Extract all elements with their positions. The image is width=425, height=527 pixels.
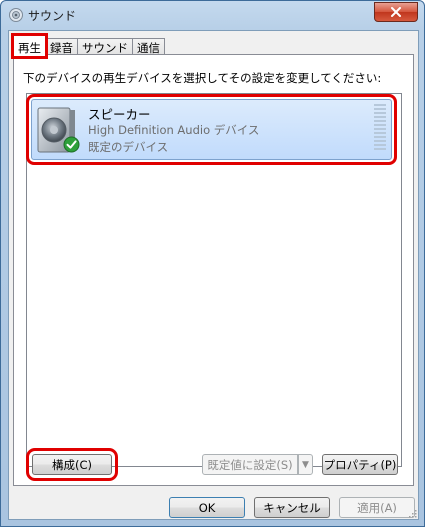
close-icon [391, 7, 401, 17]
cancel-button[interactable]: キャンセル [254, 497, 330, 518]
close-button[interactable] [374, 2, 418, 22]
configure-button[interactable]: 構成(C) [26, 448, 118, 481]
properties-button[interactable]: プロパティ(P) [322, 454, 398, 475]
volume-level-meter [374, 104, 386, 154]
sound-icon [9, 8, 23, 22]
playback-panel: 下のデバイスの再生デバイスを選択してその設定を変更してください: スピーカー H… [13, 54, 414, 486]
set-default-dropdown-button[interactable]: ▼ [298, 454, 313, 475]
check-badge-icon [63, 136, 80, 153]
apply-button[interactable]: 適用(A) [339, 497, 415, 518]
sound-dialog-window: サウンド 再生 録音 サウンド 通信 下のデバイスの再生デバイスを選択してその設… [0, 0, 425, 527]
window-title: サウンド [28, 9, 77, 23]
dialog-client-area: 再生 録音 サウンド 通信 下のデバイスの再生デバイスを選択してその設定を変更し… [8, 30, 419, 520]
tab-strip: 再生 録音 サウンド 通信 [11, 33, 165, 59]
resize-grip-icon[interactable] [407, 508, 417, 518]
device-status: 既定のデバイス [88, 140, 169, 154]
device-list[interactable]: スピーカー High Definition Audio デバイス 既定のデバイス [26, 93, 402, 467]
set-default-button[interactable]: 既定値に設定(S) [202, 454, 298, 475]
ok-button[interactable]: OK [169, 497, 245, 518]
tab-playback[interactable]: 再生 [11, 33, 48, 59]
device-item-speaker[interactable]: スピーカー High Definition Audio デバイス 既定のデバイス [26, 94, 397, 165]
device-name: スピーカー [88, 107, 151, 122]
title-bar[interactable]: サウンド [1, 1, 424, 29]
instruction-text: 下のデバイスの再生デバイスを選択してその設定を変更してください: [23, 71, 382, 85]
device-description: High Definition Audio デバイス [88, 123, 260, 137]
